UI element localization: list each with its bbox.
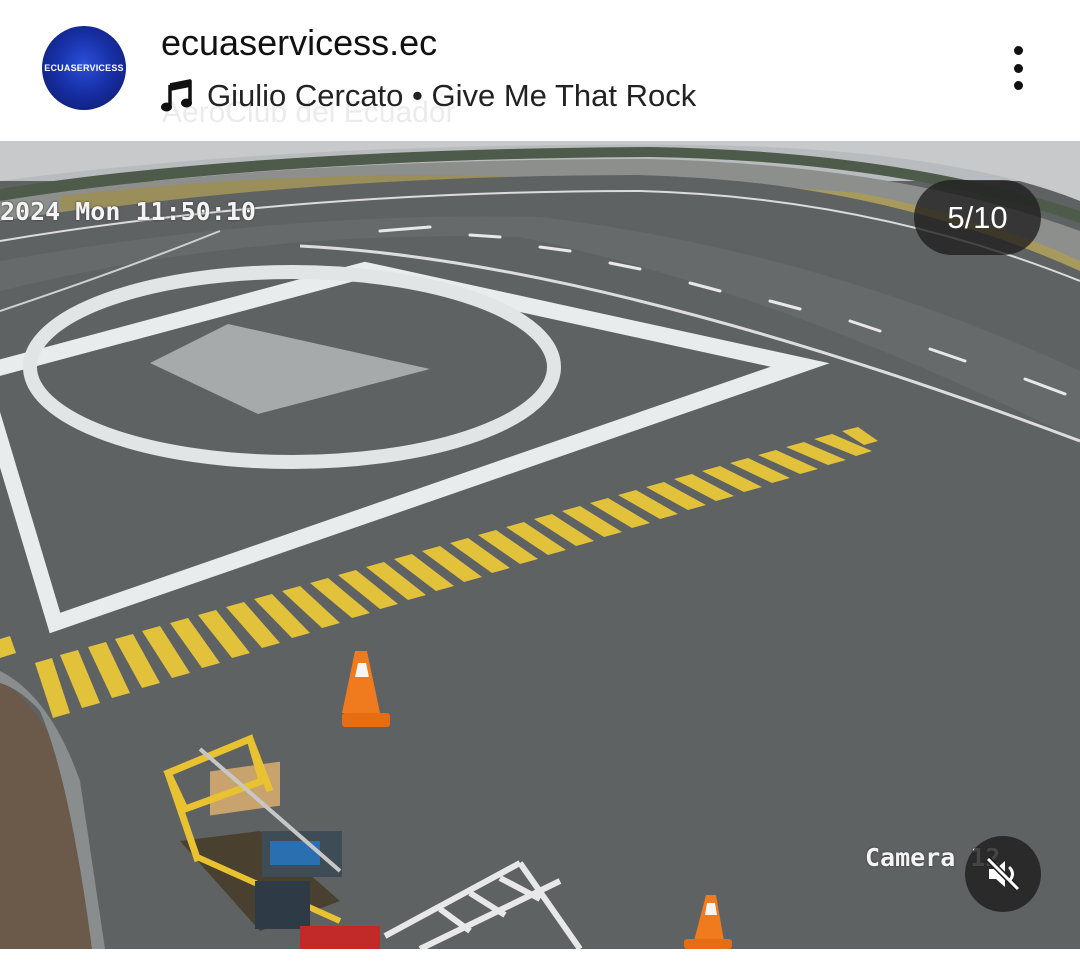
more-vertical-icon [1013, 46, 1023, 55]
speaker-muted-icon [985, 856, 1021, 892]
music-label: Giulio Cercato • Give Me That Rock [207, 78, 697, 113]
post-header: ECUASERVICESS ecuaservicess.ec AeroClub … [0, 0, 1080, 141]
username-link[interactable]: ecuaservicess.ec [161, 22, 437, 64]
more-vertical-icon-dot [1013, 81, 1023, 90]
post-media[interactable]: 2024 Mon 11:50:10 Camera 12 [0, 141, 1080, 949]
music-attribution[interactable]: Giulio Cercato • Give Me That Rock [161, 78, 696, 114]
camera-timestamp: 2024 Mon 11:50:10 [0, 197, 256, 226]
more-options-button[interactable] [998, 40, 1038, 96]
mute-toggle-button[interactable] [965, 836, 1041, 912]
carousel-counter-badge: 5/10 [914, 180, 1041, 255]
avatar-logo-text: ECUASERVICESS [44, 63, 124, 73]
music-note-icon [161, 79, 192, 112]
camera-frame-image [0, 141, 1080, 949]
more-vertical-icon-dot [1013, 63, 1023, 73]
avatar[interactable]: ECUASERVICESS [42, 26, 126, 110]
bottom-strip [0, 949, 1080, 968]
